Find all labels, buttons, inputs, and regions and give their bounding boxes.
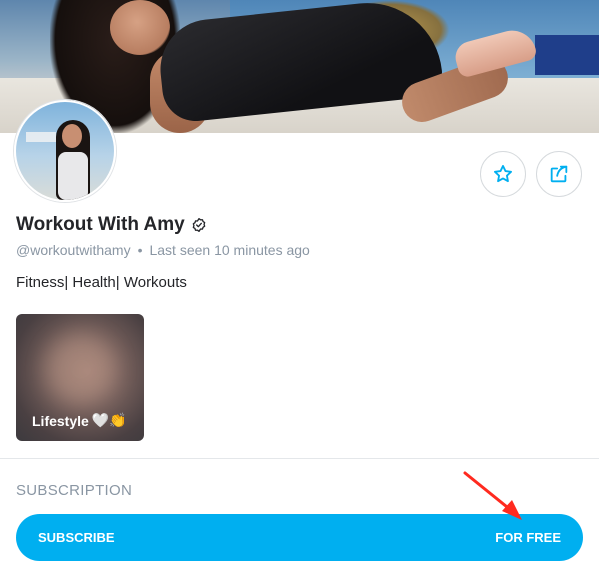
star-icon bbox=[494, 165, 512, 183]
meta-separator: • bbox=[137, 242, 143, 258]
profile-meta: @workoutwithamy • Last seen 10 minutes ago bbox=[16, 242, 310, 258]
avatar-body bbox=[58, 152, 88, 200]
avatar[interactable] bbox=[14, 100, 116, 202]
section-divider bbox=[0, 458, 599, 459]
profile-handle[interactable]: @workoutwithamy bbox=[16, 242, 131, 258]
cover-face bbox=[110, 0, 170, 55]
highlight-emoji: 🤍👏 bbox=[91, 412, 127, 428]
annotation-arrow-shaft bbox=[463, 471, 514, 513]
avatar-face bbox=[62, 124, 82, 148]
highlight-lifestyle[interactable]: Lifestyle 🤍👏 bbox=[16, 314, 144, 441]
subscribe-label: SUBSCRIBE bbox=[38, 530, 115, 545]
avatar-sign bbox=[26, 132, 56, 142]
subscribe-price-label: FOR FREE bbox=[495, 530, 561, 545]
share-icon bbox=[550, 165, 568, 183]
highlight-thumbnail-blur bbox=[46, 334, 116, 404]
profile-name: Workout With Amy bbox=[16, 214, 185, 235]
profile-bio: Fitness| Health| Workouts bbox=[16, 274, 187, 291]
favorite-button[interactable] bbox=[480, 151, 526, 197]
highlight-label-text: Lifestyle bbox=[32, 412, 89, 429]
subscribe-button[interactable]: SUBSCRIBE FOR FREE bbox=[16, 514, 583, 561]
subscription-section-title: SUBSCRIPTION bbox=[16, 482, 133, 499]
highlight-label: Lifestyle 🤍👏 bbox=[32, 412, 127, 429]
profile-name-row: Workout With Amy bbox=[16, 214, 207, 236]
last-seen-status: Last seen 10 minutes ago bbox=[149, 242, 310, 258]
cover-cushion bbox=[535, 35, 599, 75]
share-button[interactable] bbox=[536, 151, 582, 197]
verified-check-icon bbox=[192, 218, 206, 232]
